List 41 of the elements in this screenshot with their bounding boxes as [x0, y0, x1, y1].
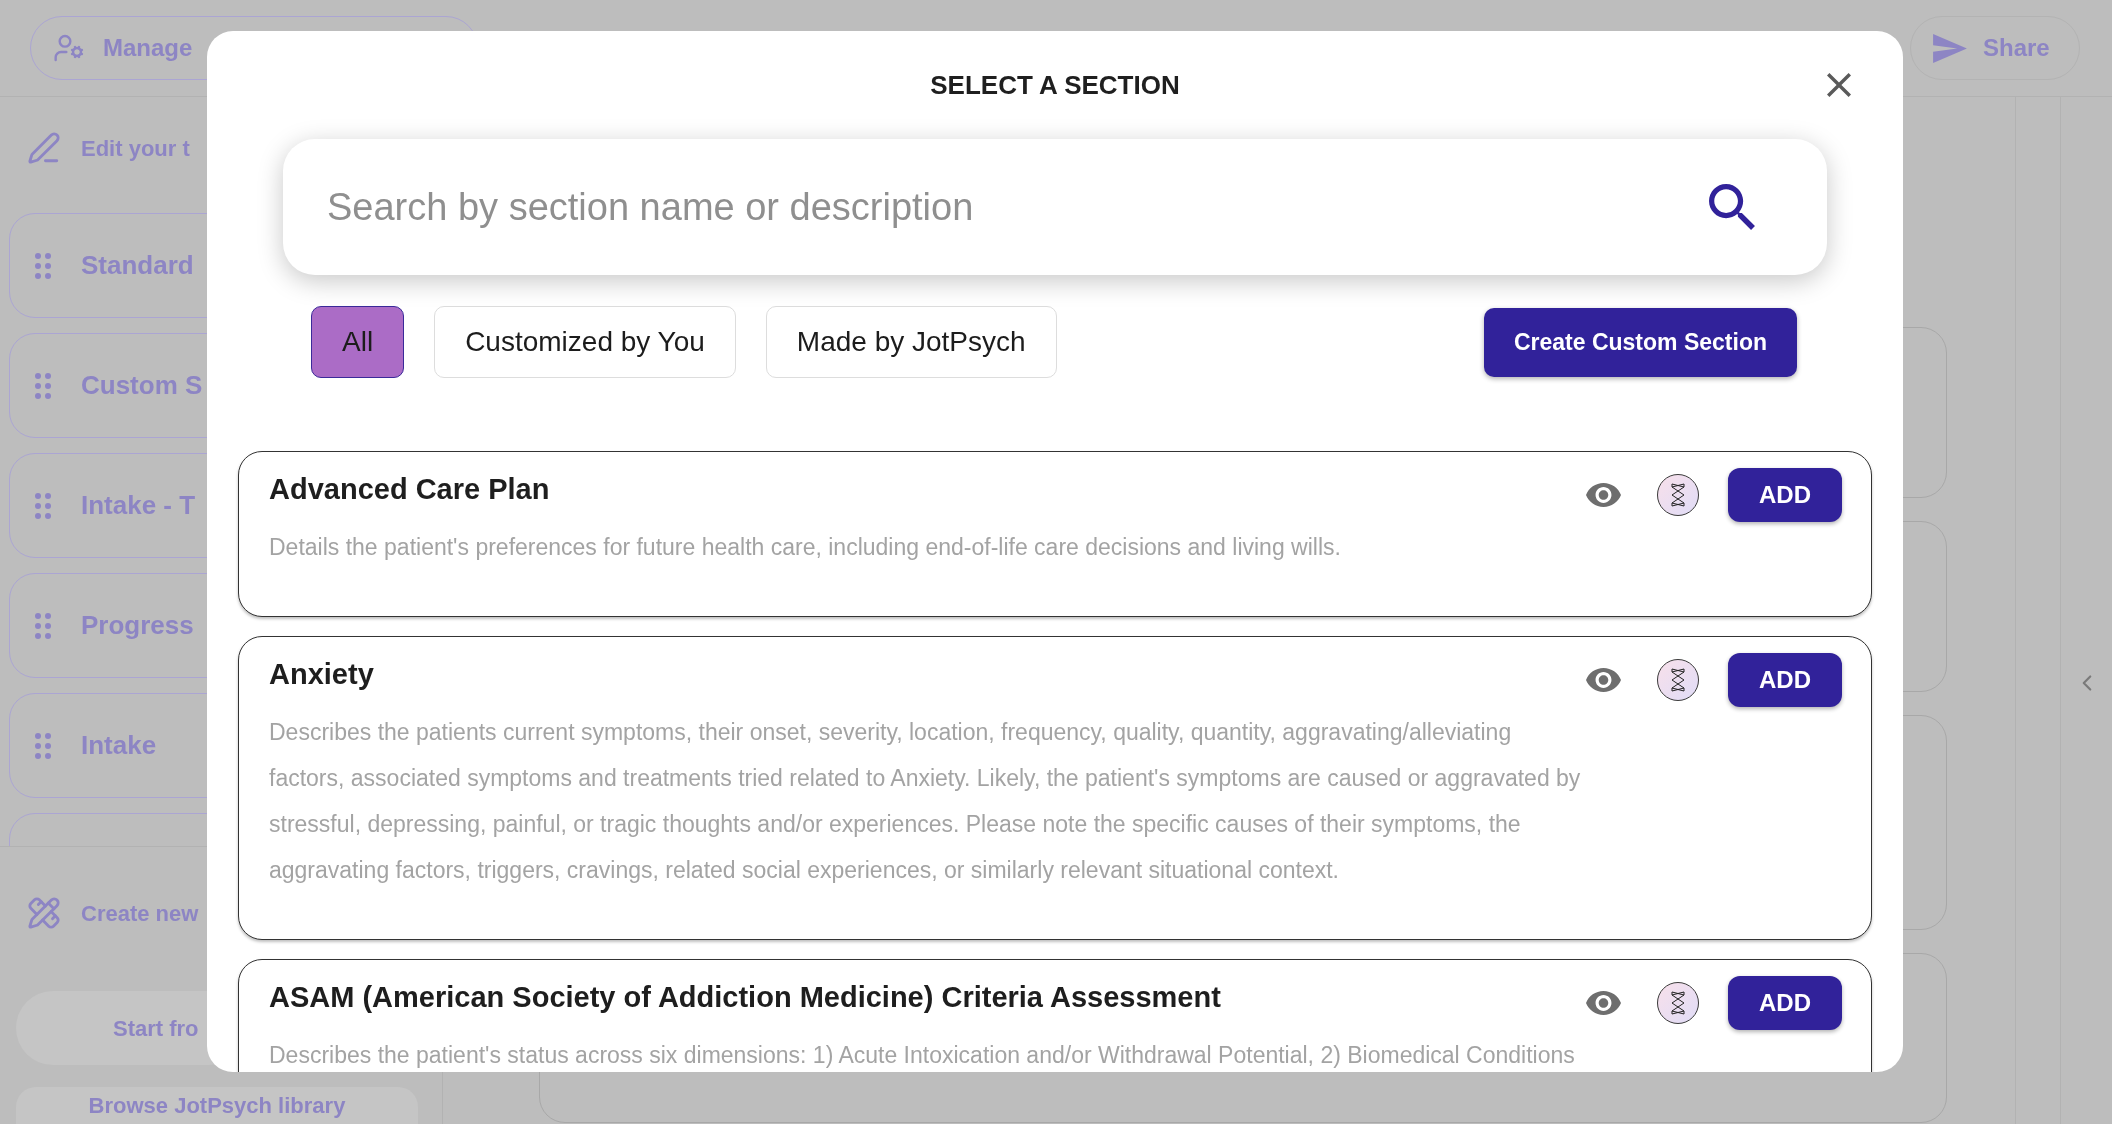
drag-handle-icon[interactable] — [35, 372, 51, 399]
add-button[interactable]: ADD — [1728, 653, 1842, 707]
template-name: Standard — [81, 249, 194, 282]
pencil-ruler-icon — [27, 896, 61, 930]
search-icon[interactable] — [1709, 184, 1755, 230]
add-button[interactable]: ADD — [1728, 976, 1842, 1030]
add-button[interactable]: ADD — [1728, 468, 1842, 522]
section-heading: Edit your t — [81, 134, 190, 163]
drag-handle-icon[interactable] — [35, 492, 51, 519]
helix-logo-icon[interactable] — [1657, 659, 1699, 701]
drag-handle-icon[interactable] — [35, 612, 51, 639]
section-description: Describes the patients current symptoms, their onset, severity, location, frequency, quality, quantity, aggravating/alleviating factors, associated symptoms and treatments tried related to Anxiety. Likely, the patient's symptoms are caused or aggravated by stressful, depressing, painful, or tragic thoughts and/or experiences. Please note the specific causes of their symptoms, the aggravating factors, triggers, cravings, related social experiences, or similarly relevant situational context. — [269, 718, 1582, 885]
filter-tab[interactable]: Customized by You — [434, 306, 736, 378]
template-name: Progress — [81, 609, 194, 642]
create-section-button[interactable]: Create Custom Section — [1483, 307, 1797, 377]
section-description: Describes the patient's status across six dimensions: 1) Acute Intoxication and/or Withdrawal Potential, 2) Biomedical Conditions — [269, 1041, 1576, 1070]
template-name: Intake — [81, 729, 157, 762]
section-description: Details the patient's preferences for future health care, including end-of-life care decisions and living wills. — [269, 533, 1342, 562]
helix-logo-icon[interactable] — [1657, 474, 1699, 516]
browse-button[interactable]: Browse JotPsych library — [16, 1087, 418, 1124]
section-heading: Create new — [81, 899, 199, 928]
helix-logo-icon[interactable] — [1657, 982, 1699, 1024]
drag-handle-icon[interactable] — [35, 732, 51, 759]
search-field[interactable]: Search by section name or description — [283, 139, 1827, 275]
section-title: Advanced Care Plan — [269, 472, 551, 506]
section-title: Anxiety — [269, 657, 375, 691]
eye-icon[interactable] — [1586, 483, 1621, 507]
dialog-title: SELECT A SECTION — [930, 69, 1180, 101]
filter-tab[interactable]: Made by JotPsych — [765, 306, 1057, 378]
template-name: Intake - T — [81, 489, 196, 522]
send-icon — [1933, 33, 1967, 63]
filter-tab[interactable]: All — [311, 306, 405, 378]
eye-icon[interactable] — [1586, 991, 1621, 1015]
drag-handle-icon[interactable] — [35, 252, 51, 279]
close-icon — [1827, 73, 1851, 97]
user-gear-icon — [53, 32, 85, 64]
template-name: Custom S — [81, 369, 203, 402]
eye-icon[interactable] — [1586, 668, 1621, 692]
section-title: ASAM (American Society of Addiction Medicine) Criteria Assessment — [269, 980, 1222, 1014]
pencil-icon — [27, 131, 61, 165]
close-button[interactable] — [1825, 71, 1853, 99]
